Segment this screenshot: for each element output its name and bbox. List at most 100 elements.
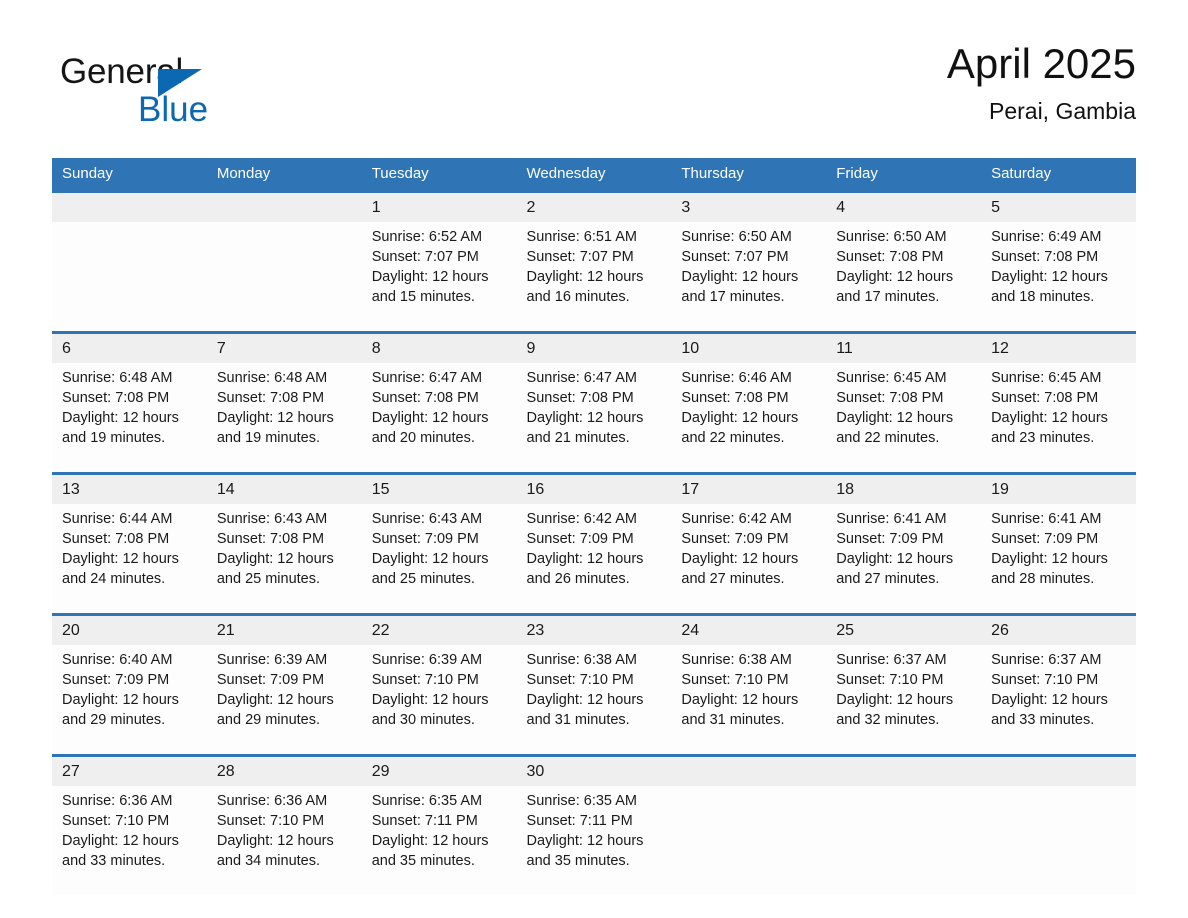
sunset-text: Sunset: 7:08 PM xyxy=(836,390,944,406)
day-cell[interactable]: Sunrise: 6:35 AM Sunset: 7:11 PM Daylight:… xyxy=(361,786,517,895)
daylight-text-line1: Daylight: 12 hours xyxy=(371,551,489,567)
sunrise-text: Sunrise: 6:41 AM xyxy=(991,511,1102,527)
sunset-text: Sunset: 7:09 PM xyxy=(681,531,789,547)
day-cell[interactable]: Sunrise: 6:45 AM Sunset: 7:08 PM Daylight:… xyxy=(826,363,982,474)
day-number[interactable]: 14 xyxy=(206,472,362,504)
day-cell[interactable]: Sunrise: 6:38 AM Sunset: 7:10 PM Daylight:… xyxy=(671,645,827,756)
day-number[interactable]: 9 xyxy=(516,331,672,363)
day-cell[interactable]: Sunrise: 6:37 AM Sunset: 7:10 PM Daylight:… xyxy=(981,645,1136,756)
daylight-text-line1: Daylight: 12 hours xyxy=(681,551,799,567)
daylight-text-line2: and 34 minutes. xyxy=(216,853,321,869)
daylight-text-line1: Daylight: 12 hours xyxy=(991,410,1108,426)
daylight-text-line2: and 32 minutes. xyxy=(836,712,940,728)
day-number[interactable]: 18 xyxy=(826,472,982,504)
daylight-text-line2: and 25 minutes. xyxy=(216,571,321,587)
day-cell[interactable]: Sunrise: 6:48 AM Sunset: 7:08 PM Daylight:… xyxy=(206,363,362,474)
day-cell[interactable]: Sunrise: 6:39 AM Sunset: 7:10 PM Daylight:… xyxy=(361,645,517,756)
day-cell[interactable]: Sunrise: 6:35 AM Sunset: 7:11 PM Daylight:… xyxy=(516,786,672,895)
weekday-header-monday: Monday xyxy=(206,158,362,192)
day-number[interactable]: 30 xyxy=(516,754,672,786)
day-cell[interactable]: Sunrise: 6:52 AM Sunset: 7:07 PM Daylight:… xyxy=(361,222,517,333)
day-number[interactable]: 7 xyxy=(206,331,362,363)
day-cell[interactable]: Sunrise: 6:40 AM Sunset: 7:09 PM Daylight:… xyxy=(52,645,207,756)
sunrise-text: Sunrise: 6:41 AM xyxy=(836,511,947,527)
sunset-text: Sunset: 7:08 PM xyxy=(216,390,325,406)
day-cell[interactable]: Sunrise: 6:43 AM Sunset: 7:08 PM Daylight:… xyxy=(206,504,362,615)
day-number[interactable]: 3 xyxy=(671,190,827,222)
day-number[interactable]: 24 xyxy=(671,613,827,645)
day-cell[interactable]: Sunrise: 6:38 AM Sunset: 7:10 PM Daylight:… xyxy=(516,645,672,756)
day-cell[interactable]: Sunrise: 6:48 AM Sunset: 7:08 PM Daylight:… xyxy=(52,363,207,474)
day-number[interactable]: 20 xyxy=(52,613,207,645)
daylight-text-line1: Daylight: 12 hours xyxy=(526,410,644,426)
day-number[interactable]: 22 xyxy=(361,613,517,645)
sunset-text: Sunset: 7:08 PM xyxy=(216,531,325,547)
daylight-text-line2: and 21 minutes. xyxy=(526,430,630,446)
week-daynumber-row: 12345 xyxy=(52,190,1136,222)
day-cell[interactable]: Sunrise: 6:50 AM Sunset: 7:08 PM Daylight:… xyxy=(826,222,982,333)
day-cell[interactable]: Sunrise: 6:47 AM Sunset: 7:08 PM Daylight:… xyxy=(361,363,517,474)
day-number[interactable]: 26 xyxy=(981,613,1136,645)
daylight-text-line2: and 35 minutes. xyxy=(526,853,630,869)
day-cell[interactable]: Sunrise: 6:37 AM Sunset: 7:10 PM Daylight:… xyxy=(826,645,982,756)
day-cell[interactable]: Sunrise: 6:41 AM Sunset: 7:09 PM Daylight:… xyxy=(981,504,1136,615)
day-number[interactable]: 19 xyxy=(981,472,1136,504)
day-number[interactable]: 12 xyxy=(981,331,1136,363)
day-cell[interactable]: Sunrise: 6:41 AM Sunset: 7:09 PM Daylight:… xyxy=(826,504,982,615)
sunrise-text: Sunrise: 6:43 AM xyxy=(371,511,483,527)
daylight-text-line2: and 29 minutes. xyxy=(216,712,321,728)
day-cell[interactable]: Sunrise: 6:36 AM Sunset: 7:10 PM Daylight:… xyxy=(52,786,207,895)
day-number[interactable]: 1 xyxy=(361,190,517,222)
day-cell[interactable]: Sunrise: 6:43 AM Sunset: 7:09 PM Daylight:… xyxy=(361,504,517,615)
week-daynumber-row: 13 14 15 16 17 18 19 xyxy=(52,472,1136,504)
day-cell[interactable]: Sunrise: 6:44 AM Sunset: 7:08 PM Daylight:… xyxy=(52,504,207,615)
general-blue-logo[interactable]: General Blue xyxy=(60,52,320,138)
day-cell[interactable]: Sunrise: 6:39 AM Sunset: 7:09 PM Daylight:… xyxy=(206,645,362,756)
day-cell[interactable]: Sunrise: 6:36 AM Sunset: 7:10 PM Daylight:… xyxy=(206,786,362,895)
day-number[interactable]: 15 xyxy=(361,472,517,504)
page-header: General Blue April 2025 Perai, Gambia xyxy=(52,38,1136,148)
day-number[interactable]: 2 xyxy=(516,190,672,222)
day-cell[interactable]: Sunrise: 6:47 AM Sunset: 7:08 PM Daylight:… xyxy=(516,363,672,474)
daylight-text-line1: Daylight: 12 hours xyxy=(526,833,644,849)
day-number[interactable]: 28 xyxy=(206,754,362,786)
day-number[interactable]: 13 xyxy=(52,472,207,504)
day-number[interactable]: 27 xyxy=(52,754,207,786)
sunset-text: Sunset: 7:10 PM xyxy=(62,813,170,829)
daylight-text-line2: and 31 minutes. xyxy=(526,712,630,728)
day-number[interactable]: 6 xyxy=(52,331,207,363)
day-cell[interactable]: Sunrise: 6:42 AM Sunset: 7:09 PM Daylight:… xyxy=(671,504,827,615)
day-cell[interactable]: Sunrise: 6:42 AM Sunset: 7:09 PM Daylight:… xyxy=(516,504,672,615)
day-cell[interactable]: Sunrise: 6:50 AM Sunset: 7:07 PM Daylight:… xyxy=(671,222,827,333)
day-number[interactable]: 10 xyxy=(671,331,827,363)
daylight-text-line2: and 18 minutes. xyxy=(991,289,1095,305)
daylight-text-line2: and 33 minutes. xyxy=(991,712,1095,728)
day-number[interactable]: 16 xyxy=(516,472,672,504)
sunrise-text: Sunrise: 6:44 AM xyxy=(62,511,173,527)
sunset-text: Sunset: 7:10 PM xyxy=(216,813,325,829)
daylight-text-line2: and 27 minutes. xyxy=(836,571,940,587)
day-number[interactable]: 11 xyxy=(826,331,982,363)
week-daynumber-row: 20 21 22 23 24 25 26 xyxy=(52,613,1136,645)
day-number[interactable]: 8 xyxy=(361,331,517,363)
daylight-text-line1: Daylight: 12 hours xyxy=(216,551,334,567)
day-number[interactable]: 4 xyxy=(826,190,982,222)
day-cell-empty xyxy=(52,222,207,333)
day-cell[interactable]: Sunrise: 6:51 AM Sunset: 7:07 PM Daylight:… xyxy=(516,222,672,333)
sunrise-text: Sunrise: 6:40 AM xyxy=(62,652,173,668)
sunrise-text: Sunrise: 6:48 AM xyxy=(62,370,173,386)
day-number[interactable]: 21 xyxy=(206,613,362,645)
day-number[interactable]: 17 xyxy=(671,472,827,504)
day-number[interactable]: 23 xyxy=(516,613,672,645)
sunset-text: Sunset: 7:08 PM xyxy=(681,390,789,406)
day-cell[interactable]: Sunrise: 6:49 AM Sunset: 7:08 PM Daylight:… xyxy=(981,222,1136,333)
daylight-text-line1: Daylight: 12 hours xyxy=(836,692,954,708)
day-number[interactable]: 25 xyxy=(826,613,982,645)
day-cell[interactable]: Sunrise: 6:45 AM Sunset: 7:08 PM Daylight:… xyxy=(981,363,1136,474)
day-cell[interactable]: Sunrise: 6:46 AM Sunset: 7:08 PM Daylight:… xyxy=(671,363,827,474)
sunrise-text: Sunrise: 6:35 AM xyxy=(371,793,483,809)
calendar-body: 1 2 3 4 5 Sunrise: 6:52 AM Sunset: 7:07 PM Dayl… xyxy=(52,190,1136,895)
day-number[interactable]: 29 xyxy=(361,754,517,786)
day-number[interactable]: 5 xyxy=(981,190,1136,222)
location-subtitle: Perai, Gambia xyxy=(988,98,1136,124)
